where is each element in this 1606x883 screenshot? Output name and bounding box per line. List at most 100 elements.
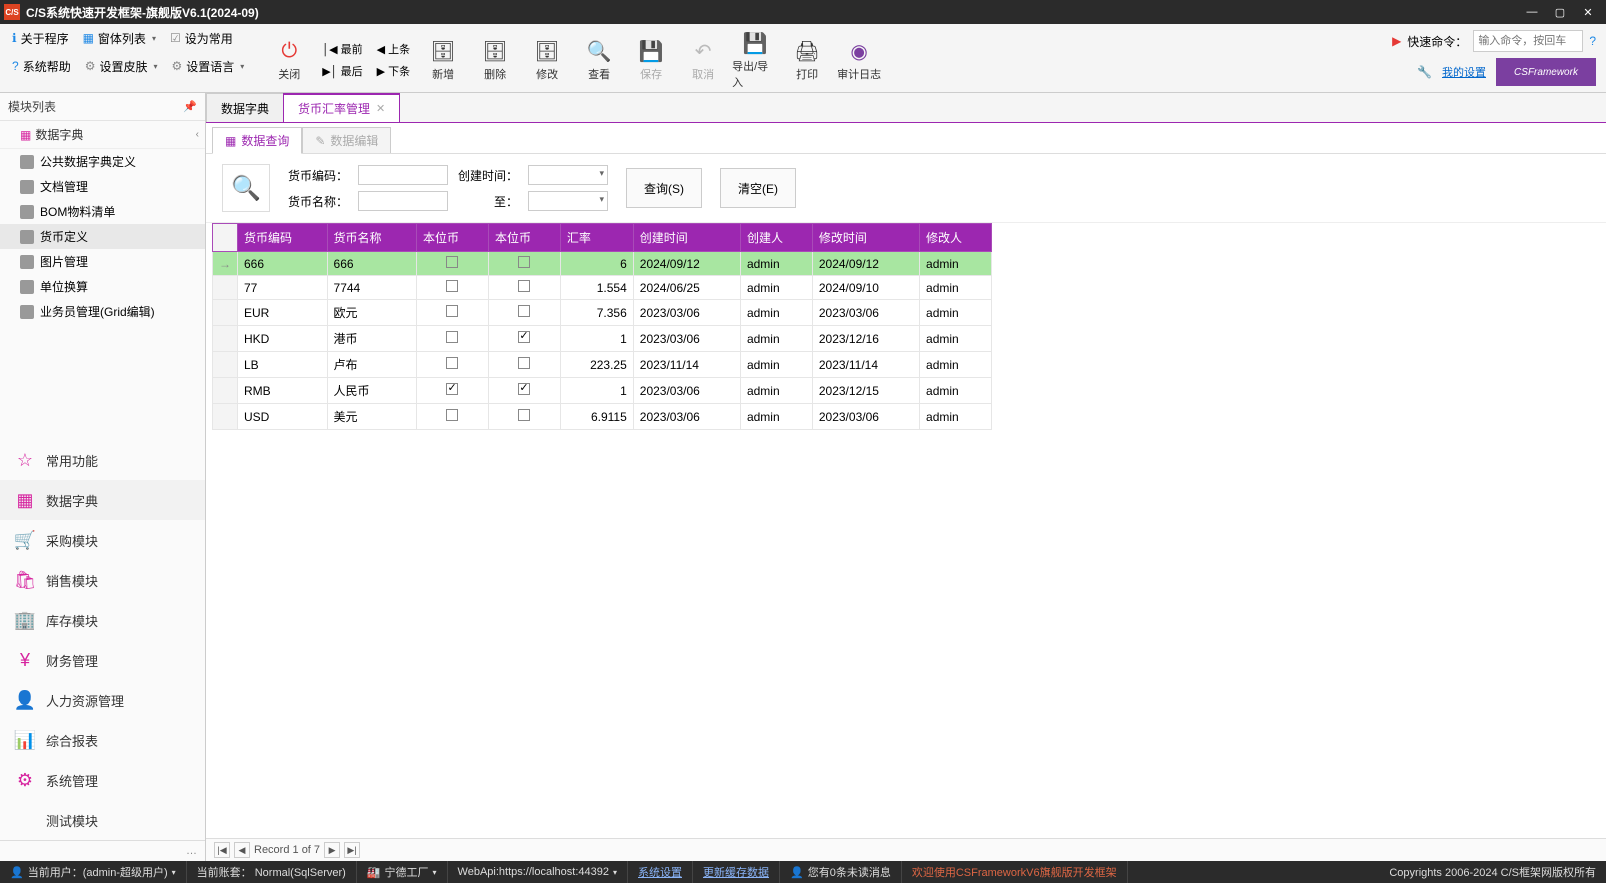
cell-base2[interactable] [488,404,560,430]
module-item[interactable]: 🛒采购模块 [0,520,205,560]
page-first-button[interactable]: |◀ [214,842,230,858]
data-grid: 货币编码货币名称本位币本位币汇率创建时间创建人修改时间修改人 →66666662… [212,223,992,430]
column-header[interactable]: 修改人 [920,224,992,252]
module-item[interactable]: ¥财务管理 [0,640,205,680]
cell-base1[interactable] [417,378,489,404]
cell-base1[interactable] [417,326,489,352]
cancel-button[interactable]: ↶取消 [680,36,726,84]
maximize-button[interactable]: ▢ [1546,2,1574,22]
status-factory[interactable]: 🏭宁德工厂▾ [357,861,448,883]
tab-currency-rate[interactable]: 货币汇率管理✕ [283,93,400,122]
table-row[interactable]: HKD港币12023/03/06admin2023/12/16admin [213,326,992,352]
status-messages[interactable]: 👤您有0条未读消息 [780,861,902,883]
last-record-button[interactable]: ▶│ 最后 [318,61,366,81]
table-row[interactable]: →66666662024/09/12admin2024/09/12admin [213,252,992,276]
table-row[interactable]: EUR欧元7.3562023/03/06admin2023/03/06admin [213,300,992,326]
table-row[interactable]: LB卢布223.252023/11/14admin2023/11/14admin [213,352,992,378]
set-default-button[interactable]: ☑设为常用 [164,27,239,50]
close-window-button[interactable]: ✕ [1574,2,1602,22]
table-row[interactable]: RMB人民币12023/03/06admin2023/12/15admin [213,378,992,404]
status-syscfg[interactable]: 系统设置 [628,861,693,883]
save-button[interactable]: 💾保存 [628,36,674,84]
cell-base1[interactable] [417,404,489,430]
page-last-button[interactable]: ▶| [344,842,360,858]
cell-base2[interactable] [488,352,560,378]
delete-button[interactable]: 🗄删除 [472,36,518,84]
next-record-button[interactable]: ▶ 下条 [373,61,414,81]
code-input[interactable] [358,165,448,185]
column-header[interactable]: 货币名称 [327,224,417,252]
column-header[interactable]: 创建人 [740,224,812,252]
cell-base2[interactable] [488,378,560,404]
column-header[interactable]: 创建时间 [633,224,740,252]
module-item[interactable]: 📊综合报表 [0,720,205,760]
lang-button[interactable]: ⚙设置语言▾ [166,55,251,78]
skin-button[interactable]: ⚙设置皮肤▾ [79,55,164,78]
cell-base2[interactable] [488,326,560,352]
cell-ctime: 2024/09/12 [633,252,740,276]
about-button[interactable]: ℹ关于程序 [6,27,75,50]
name-input[interactable] [358,191,448,211]
window-list-button[interactable]: ▦窗体列表▾ [77,27,162,50]
tree-item[interactable]: 图片管理 [0,249,205,274]
status-refresh[interactable]: 更新缓存数据 [693,861,780,883]
tree-item[interactable]: 业务员管理(Grid编辑) [0,299,205,324]
column-header[interactable]: 汇率 [560,224,633,252]
column-header[interactable]: 本位币 [417,224,489,252]
page-prev-button[interactable]: ◀ [234,842,250,858]
help-icon[interactable]: ? [1589,34,1596,48]
close-app-button[interactable]: ⏻关闭 [266,36,312,84]
add-button[interactable]: 🗄新增 [420,36,466,84]
my-settings-link[interactable]: 我的设置 [1442,64,1486,80]
tree-item[interactable]: 货币定义 [0,224,205,249]
subtab-query[interactable]: ▦数据查询 [212,127,302,154]
cell-base2[interactable] [488,252,560,276]
pin-icon[interactable]: 📌 [183,100,197,113]
subtab-edit[interactable]: ✎数据编辑 [302,127,391,153]
quickcmd-input[interactable] [1473,30,1583,52]
cell-mby: admin [920,378,992,404]
status-user[interactable]: 👤当前用户：(admin-超级用户)▾ [0,861,187,883]
view-button[interactable]: 🔍查看 [576,36,622,84]
sidebar-category[interactable]: ▦ 数据字典 ‹ [0,121,205,149]
filter-bar: 🔍 货币编码： 创建时间： 货币名称： 至： 查询(S) 清空(E) [206,154,1606,223]
tree-item[interactable]: 单位换算 [0,274,205,299]
module-item[interactable]: 测试模块 [0,800,205,840]
date-to-input[interactable] [528,191,608,211]
date-from-input[interactable] [528,165,608,185]
print-button[interactable]: 🖨打印 [784,36,830,84]
first-record-button[interactable]: │◀ 最前 [318,39,366,59]
cell-base1[interactable] [417,276,489,300]
table-row[interactable]: 7777441.5542024/06/25admin2024/09/10admi… [213,276,992,300]
minimize-button[interactable]: — [1518,2,1546,22]
tree-item[interactable]: 文档管理 [0,174,205,199]
cell-base1[interactable] [417,300,489,326]
module-item[interactable]: ☆常用功能 [0,440,205,480]
cell-base1[interactable] [417,252,489,276]
audit-button[interactable]: ◉审计日志 [836,36,882,84]
cell-base2[interactable] [488,300,560,326]
column-header[interactable]: 货币编码 [238,224,328,252]
column-header[interactable]: 修改时间 [812,224,919,252]
query-button[interactable]: 查询(S) [626,168,702,208]
clear-button[interactable]: 清空(E) [720,168,796,208]
edit-button[interactable]: 🗄修改 [524,36,570,84]
cell-base2[interactable] [488,276,560,300]
status-webapi[interactable]: WebApi:https://localhost:44392▾ [448,861,628,883]
cell-base1[interactable] [417,352,489,378]
table-row[interactable]: USD美元6.91152023/03/06admin2023/03/06admi… [213,404,992,430]
module-item[interactable]: 🛍销售模块 [0,560,205,600]
close-tab-icon[interactable]: ✕ [376,102,385,115]
module-item[interactable]: ⚙系统管理 [0,760,205,800]
module-item[interactable]: ▦数据字典 [0,480,205,520]
module-item[interactable]: 🏢库存模块 [0,600,205,640]
page-next-button[interactable]: ▶ [324,842,340,858]
column-header[interactable]: 本位币 [488,224,560,252]
prev-record-button[interactable]: ◀ 上条 [373,39,414,59]
tree-item[interactable]: 公共数据字典定义 [0,149,205,174]
tree-item[interactable]: BOM物料清单 [0,199,205,224]
export-button[interactable]: 💾导出/导入 [732,28,778,92]
help-button[interactable]: ?系统帮助 [6,55,77,78]
module-item[interactable]: 👤人力资源管理 [0,680,205,720]
tab-data-dict[interactable]: 数据字典 [206,93,284,122]
